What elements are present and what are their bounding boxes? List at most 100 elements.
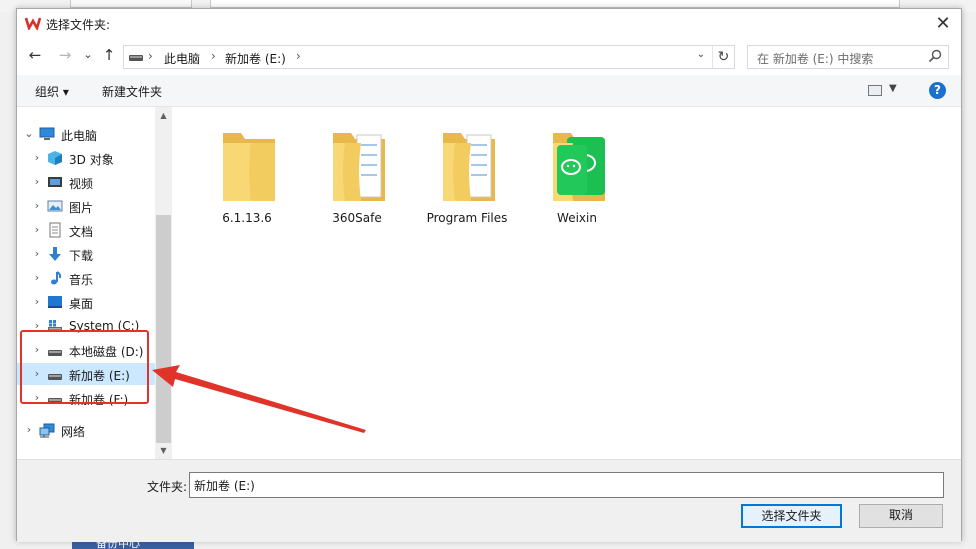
tree-item[interactable]: › 下载	[17, 243, 155, 265]
folder-item[interactable]: Weixin	[527, 121, 627, 231]
search-icon	[928, 49, 942, 63]
tree-item[interactable]: ⌄ 此电脑	[17, 123, 155, 145]
folder-name: Weixin	[557, 211, 597, 225]
file-list: 6.1.13.6 360Safe Program Files Weixin	[173, 107, 961, 459]
breadcrumb-separator-icon: ›	[148, 49, 153, 63]
tree-item-label: 桌面	[69, 297, 94, 311]
tree-item-label: System (C:)	[69, 319, 140, 333]
tree-item-label: 音乐	[69, 273, 94, 287]
scroll-down-icon[interactable]: ▼	[155, 442, 172, 459]
view-dropdown-icon[interactable]: ▼	[889, 83, 897, 94]
breadcrumb-this-pc[interactable]: 此电脑	[164, 50, 200, 67]
tree-item-label: 新加卷 (F:)	[69, 393, 129, 407]
folder-with-files-icon	[441, 121, 497, 205]
expand-right-icon[interactable]: ›	[31, 295, 43, 308]
expand-right-icon[interactable]: ›	[31, 247, 43, 260]
expand-right-icon[interactable]: ›	[31, 223, 43, 236]
new-folder-button[interactable]: 新建文件夹	[102, 83, 162, 100]
tree-item-label: 网络	[61, 425, 86, 439]
scroll-thumb[interactable]	[156, 215, 171, 443]
drive-icon	[47, 366, 63, 382]
expand-right-icon[interactable]: ›	[23, 423, 35, 436]
help-button[interactable]: ?	[929, 82, 946, 99]
expand-right-icon[interactable]: ›	[31, 343, 43, 356]
tree-item[interactable]: › 音乐	[17, 267, 155, 289]
search-box[interactable]: 在 新加卷 (E:) 中搜索	[747, 45, 949, 69]
view-options-icon[interactable]	[868, 85, 882, 96]
breadcrumb-separator-icon: ›	[211, 49, 216, 63]
folder-icon	[221, 121, 277, 205]
tree-item[interactable]: › 文档	[17, 219, 155, 241]
downloads-icon	[47, 246, 63, 262]
tree-item[interactable]: › System (C:)	[17, 315, 155, 337]
expand-right-icon[interactable]: ›	[31, 175, 43, 188]
folder-field[interactable]: 新加卷 (E:)	[189, 472, 944, 498]
expand-right-icon[interactable]: ›	[31, 391, 43, 404]
select-folder-button[interactable]: 选择文件夹	[741, 504, 842, 528]
tree-item-label: 3D 对象	[69, 153, 114, 167]
tree-item-label: 下载	[69, 249, 94, 263]
wechat-folder-icon	[551, 121, 607, 205]
folder-with-files-icon	[331, 121, 387, 205]
address-bar[interactable]: › 此电脑 › 新加卷 (E:) › ⌄ ↻	[123, 45, 735, 69]
tree-item[interactable]: › 图片	[17, 195, 155, 217]
tree-item[interactable]: › 新加卷 (E:)	[17, 363, 155, 385]
wps-logo-icon	[25, 17, 41, 30]
folder-item[interactable]: 6.1.13.6	[197, 121, 297, 231]
tree-item[interactable]: › 3D 对象	[17, 147, 155, 169]
refresh-button[interactable]: ↻	[712, 46, 734, 68]
address-dropdown-icon[interactable]: ⌄	[694, 49, 708, 60]
tree-item-label: 新加卷 (E:)	[69, 369, 130, 383]
network-icon	[39, 422, 55, 438]
select-folder-dialog: 选择文件夹: ✕ ← → ⌄ ↑ › 此电脑 › 新加卷 (E:) › ⌄ ↻ …	[16, 8, 962, 542]
video-icon	[47, 174, 63, 190]
music-icon	[47, 270, 63, 286]
close-button[interactable]: ✕	[929, 11, 957, 37]
expand-right-icon[interactable]: ›	[31, 367, 43, 380]
expand-right-icon[interactable]: ›	[31, 271, 43, 284]
recent-locations-button[interactable]: ⌄	[81, 45, 95, 65]
folder-name: Program Files	[426, 211, 508, 225]
navigation-bar: ← → ⌄ ↑ › 此电脑 › 新加卷 (E:) › ⌄ ↻ 在 新加卷 (E:…	[17, 39, 961, 73]
tree-item[interactable]: › 本地磁盘 (D:)	[17, 339, 155, 361]
tree-item-label: 本地磁盘 (D:)	[69, 345, 144, 359]
breadcrumb-separator-icon: ›	[296, 49, 301, 63]
navigation-pane: ⌄ 此电脑 › 3D 对象 › 视频 › 图片 › 文档 › 下载 › 音乐 › 桌面 › System (C:)…	[17, 107, 173, 459]
back-button[interactable]: ←	[25, 45, 45, 65]
tree-item-label: 图片	[69, 201, 94, 215]
dialog-title: 选择文件夹:	[46, 18, 111, 32]
expand-right-icon[interactable]: ›	[31, 151, 43, 164]
drive-icon	[47, 390, 63, 406]
pc-icon	[39, 126, 55, 142]
expand-down-icon[interactable]: ⌄	[23, 127, 35, 140]
folder-name: 360Safe	[332, 211, 382, 225]
desktop-icon	[47, 294, 63, 310]
folder-name: 6.1.13.6	[222, 211, 272, 225]
folder-label: 文件夹:	[147, 480, 188, 494]
system-drive-icon	[47, 318, 63, 334]
tree-item[interactable]: › 新加卷 (F:)	[17, 387, 155, 409]
organize-menu[interactable]: 组织 ▾	[35, 83, 69, 100]
command-toolbar: 组织 ▾ 新建文件夹 ▼ ?	[17, 75, 961, 107]
breadcrumb-drive-e[interactable]: 新加卷 (E:)	[225, 50, 286, 67]
3d-objects-icon	[47, 150, 63, 166]
tree-item[interactable]: › 网络	[17, 419, 155, 441]
drive-icon	[47, 342, 63, 358]
documents-icon	[47, 222, 63, 238]
up-button[interactable]: ↑	[99, 45, 119, 65]
tree-item[interactable]: › 桌面	[17, 291, 155, 313]
expand-right-icon[interactable]: ›	[31, 199, 43, 212]
cancel-button[interactable]: 取消	[859, 504, 943, 528]
drive-icon	[129, 55, 143, 61]
footer-panel: 文件夹: 新加卷 (E:) 选择文件夹 取消	[17, 459, 961, 542]
folder-item[interactable]: Program Files	[417, 121, 517, 231]
background-panel-left	[70, 0, 192, 8]
expand-right-icon[interactable]: ›	[31, 319, 43, 332]
folder-item[interactable]: 360Safe	[307, 121, 407, 231]
forward-button[interactable]: →	[55, 45, 75, 65]
tree-item[interactable]: › 视频	[17, 171, 155, 193]
scroll-up-icon[interactable]: ▲	[155, 107, 172, 124]
tree-item-label: 此电脑	[61, 129, 98, 143]
navigation-scrollbar[interactable]: ▲ ▼	[155, 107, 172, 459]
title-bar: 选择文件夹: ✕	[17, 9, 961, 39]
